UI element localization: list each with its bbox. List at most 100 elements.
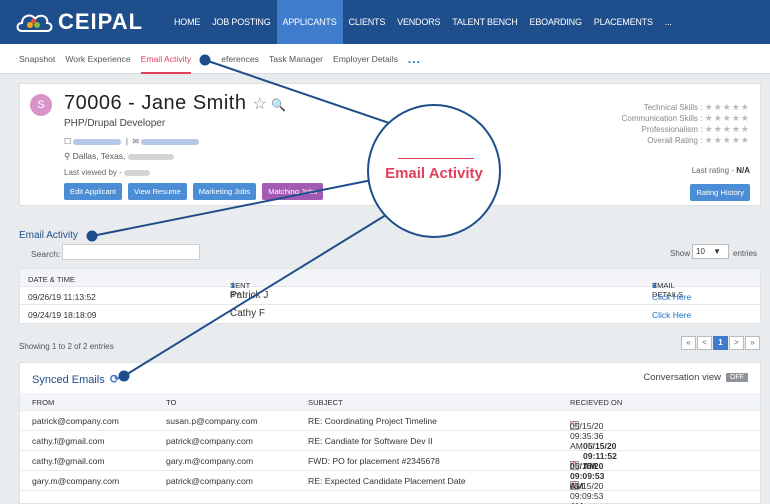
nav-placements[interactable]: PLACEMENTS [588, 0, 659, 44]
current-page-button[interactable]: 1 [713, 336, 728, 350]
skill-rating-communication: Communication Skills : ★★★★★ [622, 113, 751, 124]
last-rating-label: Last rating - [691, 166, 734, 175]
last-page-button[interactable]: » [745, 336, 760, 350]
skill-rating-technical: Technical Skills : ★★★★★ [622, 102, 751, 113]
search-input[interactable] [62, 244, 200, 260]
email-from: gary.m@company.com [32, 476, 120, 486]
nav-home[interactable]: HOME [168, 0, 206, 44]
applicant-title: PHP/Drupal Developer [64, 118, 166, 129]
nav-vendors[interactable]: VENDORS [391, 0, 446, 44]
page-size-select[interactable]: 10 ▼ [692, 244, 729, 259]
callout-underline [398, 158, 474, 159]
view-resume-button[interactable]: View Resume [128, 183, 187, 200]
callout-label: Email Activity [385, 165, 483, 182]
tab-email-activity[interactable]: Email Activity [140, 44, 191, 74]
email-activity-title: Email Activity [19, 230, 78, 241]
email-to: susan.p@company.com [166, 416, 258, 426]
entries-label: entries [733, 249, 758, 258]
click-here-link[interactable]: Click Here [652, 310, 691, 320]
col-to[interactable]: TO [166, 398, 176, 407]
table-row[interactable]: cathy.f@gmail.com gary.m@company.com FWD… [20, 451, 760, 491]
refresh-icon[interactable]: ⟳ [110, 372, 120, 386]
col-received-on[interactable]: RECIEVED ON [570, 398, 622, 407]
tab-task-manager[interactable]: Task Manager [269, 44, 323, 74]
next-page-button[interactable]: > [729, 336, 744, 350]
matching-jobs-button[interactable]: Matching Jobs [262, 183, 324, 200]
table-row[interactable]: gary.m@company.com patrick@company.com R… [20, 471, 760, 504]
email-redacted[interactable] [141, 138, 200, 145]
rating-stars-icon[interactable]: ★★★★★ [705, 135, 750, 145]
nav-clients[interactable]: CLIENTS [343, 0, 392, 44]
rating-stars-icon[interactable]: ★★★★★ [705, 102, 750, 112]
click-here-link[interactable]: Click Here [652, 292, 691, 302]
location-text: Dallas, Texas, [72, 151, 126, 161]
synced-emails-label: Synced Emails [32, 374, 105, 386]
edit-applicant-button[interactable]: Edit Applicant [64, 183, 123, 200]
conversation-toggle-switch[interactable]: OFF [726, 373, 748, 382]
col-subject[interactable]: SUBJECT [308, 398, 343, 407]
nav-eboarding[interactable]: EBOARDING [524, 0, 588, 44]
rating-history-button[interactable]: Rating History [690, 184, 750, 201]
col-date[interactable]: DATE & TIME [28, 275, 75, 284]
location-redacted [127, 153, 174, 160]
row-sent-by: Cathy F [230, 308, 266, 319]
email-from: cathy.f@gmail.com [32, 456, 105, 466]
nav-applicants[interactable]: APPLICANTS [276, 0, 343, 44]
first-page-button[interactable]: « [681, 336, 696, 350]
table-row[interactable]: cathy.f@gmail.com patrick@company.com RE… [20, 431, 760, 471]
last-viewed: Last viewed by - [64, 168, 151, 177]
skill-rating-overall: Overall Rating : ★★★★★ [622, 135, 751, 146]
applicant-name: 70006 - Jane Smith [64, 92, 247, 114]
table-header: FROM TO SUBJECT RECIEVED ON [20, 393, 760, 411]
brand-name: CEIPAL [58, 9, 144, 34]
last-rating: Last rating - N/A [692, 166, 750, 175]
tab-work-experience[interactable]: Work Experience [65, 44, 130, 74]
tab-employer-details[interactable]: Employer Details [333, 44, 398, 74]
skill-label: Overall Rating : [647, 136, 703, 145]
email-activity-table: DATE & TIME SENT BY ⬍ EMAIL DETAILS ⬍ 09… [19, 268, 761, 324]
nav-job-posting[interactable]: JOB POSTING [206, 0, 276, 44]
row-date: 09/26/19 11:13:52 [28, 292, 96, 302]
skill-label: Professionalism : [641, 125, 703, 134]
email-subject[interactable]: FWD: PO for placement #2345678 [308, 456, 440, 466]
email-subject[interactable]: RE: Candiate for Software Dev II [308, 436, 433, 446]
nav-more[interactable]: ... [659, 0, 678, 44]
more-tabs-icon[interactable]: ... [408, 44, 421, 74]
reply-icon[interactable]: ↶ [574, 481, 581, 492]
last-viewed-label: Last viewed by - [64, 168, 122, 177]
col-from[interactable]: FROM [32, 398, 54, 407]
skill-label: Communication Skills : [621, 114, 703, 123]
tab-snapshot[interactable]: Snapshot [19, 44, 55, 74]
rating-stars-icon[interactable]: ★★★★★ [705, 113, 750, 123]
conversation-view-toggle: Conversation view OFF [643, 372, 748, 383]
skill-ratings: Technical Skills : ★★★★★ Communication S… [622, 102, 751, 146]
marketing-jobs-button[interactable]: Marketing Jobs [192, 183, 257, 200]
contact-row: ☐ | ✉ [64, 137, 200, 146]
search-label: Search: [31, 249, 61, 259]
skill-label: Technical Skills : [643, 103, 703, 112]
email-icon: ✉ [132, 137, 140, 146]
search-icon[interactable]: 🔍 [271, 98, 286, 112]
tab-references[interactable]: eferences [221, 44, 259, 74]
connector-dot [86, 230, 98, 242]
email-subject[interactable]: RE: Coordinating Project Timeline [308, 416, 437, 426]
email-subject[interactable]: RE: Expected Candidate Placement Date [308, 476, 466, 486]
table-row: 09/24/19 18:18:09 Cathy F Click Here [20, 305, 760, 323]
ceipal-logo[interactable]: CEIPAL [14, 9, 143, 35]
chevron-down-icon: ▼ [713, 247, 722, 256]
skill-rating-professionalism: Professionalism : ★★★★★ [622, 124, 751, 135]
favorite-star-icon[interactable]: ☆ [252, 96, 267, 113]
viewer-redacted [124, 169, 151, 176]
rating-stars-icon[interactable]: ★★★★★ [705, 124, 750, 134]
conversation-view-label: Conversation view [643, 372, 721, 383]
prev-page-button[interactable]: < [697, 336, 712, 350]
row-date: 09/24/19 18:18:09 [28, 310, 97, 320]
showing-entries-text: Showing 1 to 2 of 2 entries [19, 342, 114, 351]
synced-emails-title: Synced Emails ⟳ [32, 372, 120, 386]
main-nav: HOME JOB POSTING APPLICANTS CLIENTS VEND… [168, 0, 678, 44]
nav-talent-bench[interactable]: TALENT BENCH [446, 0, 523, 44]
show-label: Show [670, 249, 691, 258]
table-header: DATE & TIME SENT BY ⬍ EMAIL DETAILS ⬍ [20, 269, 760, 299]
table-row[interactable]: patrick@company.com susan.p@company.com … [20, 411, 760, 451]
pagination: « < 1 > » [680, 336, 760, 350]
